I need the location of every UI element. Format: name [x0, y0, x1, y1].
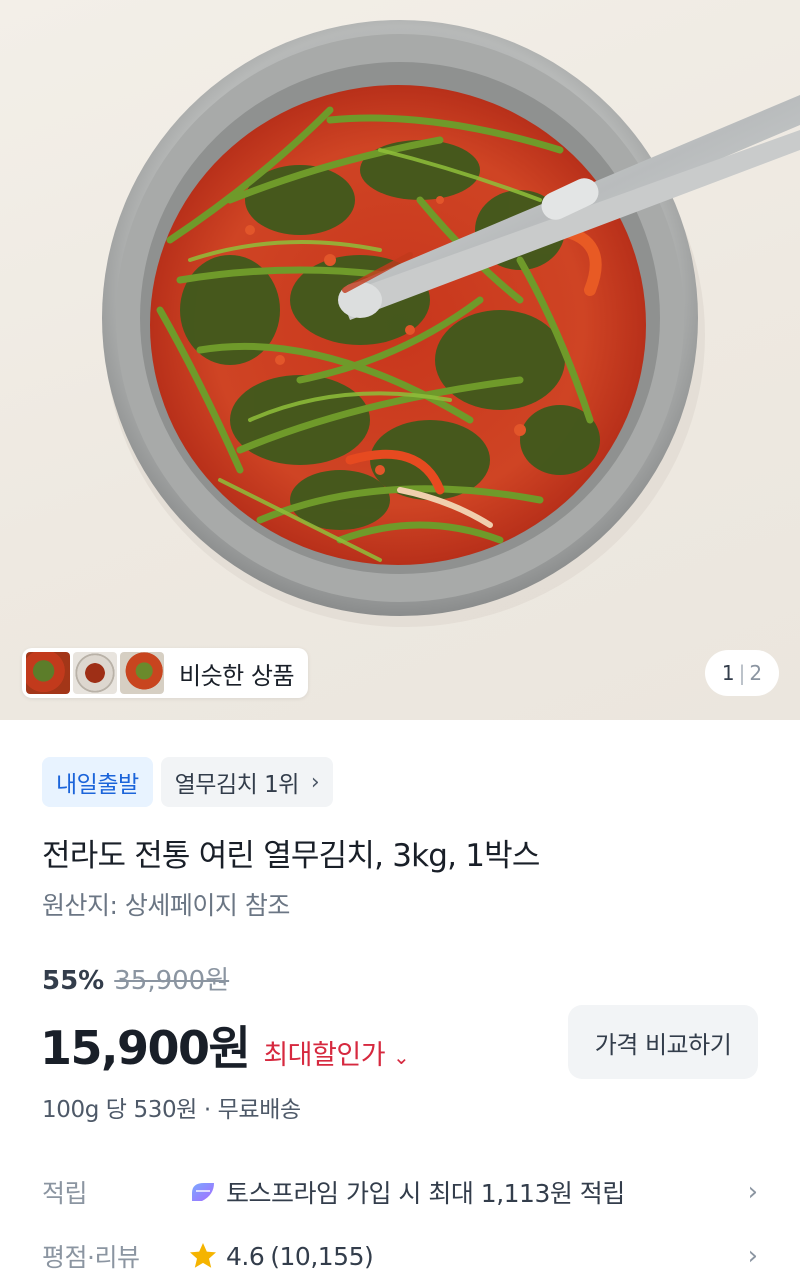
toss-prime-icon — [192, 1183, 214, 1201]
similar-products-label: 비슷한 상품 — [179, 661, 295, 690]
sale-price: 15,900원 — [40, 1021, 251, 1075]
compare-price-button[interactable]: 가격 비교하기 — [568, 1005, 758, 1079]
points-value: 토스프라임 가입 시 최대 1,113원 적립 — [188, 1174, 734, 1210]
points-text: 토스프라임 가입 시 최대 1,113원 적립 — [226, 1179, 625, 1208]
page-separator: | — [738, 661, 746, 685]
points-label: 적립 — [42, 1179, 88, 1208]
current-page: 1 — [721, 661, 735, 685]
similar-product-thumbnail — [73, 652, 117, 694]
chevron-right-icon: › — [747, 1241, 758, 1271]
price-row: 15,900원 최대할인가 ⌄ — [40, 1012, 410, 1078]
image-pager: 1 | 2 — [705, 650, 779, 696]
similar-product-thumbnail — [120, 652, 164, 694]
chevron-right-icon: › — [747, 1177, 758, 1207]
rank-label: 열무김치 1위 — [174, 772, 300, 798]
total-pages: 2 — [749, 661, 763, 685]
similar-product-thumbnail — [26, 652, 70, 694]
best-price-toggle[interactable]: 최대할인가 — [263, 1033, 385, 1072]
product-title: 전라도 전통 여린 열무김치, 3kg, 1박스 — [42, 838, 540, 874]
rating-value: 4.6 — [226, 1241, 265, 1271]
similar-products-button[interactable]: 비슷한 상품 — [22, 648, 308, 698]
discount-row: 55% 35,900원 — [42, 960, 229, 997]
star-icon — [190, 1243, 216, 1268]
kimchi-bowl-illustration — [102, 20, 800, 627]
review-row[interactable]: 평점·리뷰 4.6 (10,155) › — [42, 1231, 758, 1279]
original-price: 35,900원 — [114, 966, 230, 996]
review-label: 평점·리뷰 — [42, 1243, 140, 1272]
chevron-down-icon[interactable]: ⌄ — [393, 1045, 410, 1069]
category-rank-badge[interactable]: 열무김치 1위 › — [160, 757, 334, 807]
product-origin: 원산지: 상세페이지 참조 — [42, 891, 290, 920]
delivery-badge: 내일출발 — [42, 757, 153, 807]
review-count: (10,155) — [270, 1241, 374, 1271]
badge-row: 내일출발 열무김치 1위 › — [42, 757, 334, 807]
product-image[interactable]: 비슷한 상품 1 | 2 — [0, 0, 800, 720]
review-value: 4.6 (10,155) — [188, 1241, 734, 1271]
chevron-right-icon: › — [310, 769, 320, 795]
unit-price-shipping: 100g 당 530원 · 무료배송 — [42, 1097, 301, 1123]
discount-rate: 55% — [42, 966, 105, 996]
points-row[interactable]: 적립 토스프라임 가입 시 최대 1,113원 적립 › — [42, 1167, 758, 1217]
